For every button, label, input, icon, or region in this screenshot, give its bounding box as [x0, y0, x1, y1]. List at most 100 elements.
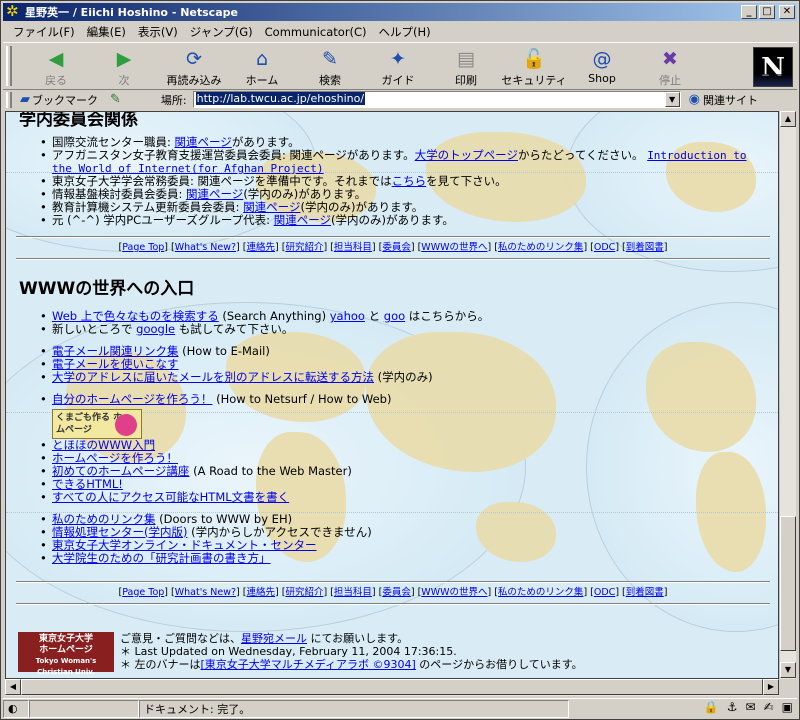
- vertical-scrollbar[interactable]: ▲ ▼: [779, 111, 796, 679]
- component-bar-composer-icon[interactable]: ▣: [782, 700, 793, 714]
- multimedia-lab-link[interactable]: [東京女子大学マルチメディアラボ ©9304]: [201, 658, 416, 671]
- nav-odc[interactable]: ODC: [594, 587, 615, 598]
- stop-icon: ✖: [662, 48, 678, 70]
- guide-icon: ✦: [390, 48, 406, 70]
- scroll-right-button[interactable]: ▶: [763, 679, 779, 695]
- back-button[interactable]: ◀ 戻る: [23, 46, 89, 88]
- nav-whats-new[interactable]: What's New?: [175, 242, 236, 253]
- menu-edit[interactable]: 編集(E): [81, 24, 132, 40]
- make-homepage-guide-link[interactable]: ホームページを作ろう！: [52, 451, 178, 465]
- here-link[interactable]: こちら: [392, 174, 427, 188]
- related-sites-icon[interactable]: ◉: [689, 92, 700, 107]
- home-button[interactable]: ⌂ ホーム: [229, 46, 295, 88]
- related-page-link[interactable]: 関連ページ: [274, 213, 331, 227]
- email-forward-link[interactable]: 大学のアドレスに届いたメールを別のアドレスに転送する方法: [52, 370, 374, 384]
- nav-contact[interactable]: 連絡先: [246, 587, 275, 598]
- university-top-link[interactable]: 大学のトップページ: [415, 148, 518, 162]
- nav-research[interactable]: 研究紹介: [285, 587, 323, 598]
- nav-page-top[interactable]: Page Top: [122, 587, 164, 598]
- guide-button[interactable]: ✦ ガイド: [365, 46, 431, 88]
- search-anything-link[interactable]: Web 上で色々なものを検索する: [52, 309, 219, 323]
- make-homepage-link[interactable]: 自分のホームページを作ろう！: [52, 392, 212, 406]
- reload-button[interactable]: ⟳ 再読み込み: [161, 46, 227, 88]
- maximize-button[interactable]: □: [759, 5, 775, 19]
- nav-research[interactable]: 研究紹介: [285, 242, 323, 253]
- list-item: 初めてのホームページ講座 (A Road to the Web Master): [40, 464, 770, 479]
- url-input[interactable]: http://lab.twcu.ac.jp/ehoshino/ ▼: [192, 91, 681, 108]
- nav-whats-new[interactable]: What's New?: [175, 587, 236, 598]
- dekiru-html-link[interactable]: できるHTML!: [52, 477, 123, 491]
- nav-links[interactable]: 私のためのリンク集: [498, 587, 584, 598]
- netscape-logo[interactable]: N: [753, 47, 793, 87]
- nav-page-top[interactable]: Page Top: [122, 242, 164, 253]
- nav-www[interactable]: WWWの世界へ: [421, 242, 487, 253]
- related-page-link[interactable]: 関連ページ: [186, 187, 243, 201]
- nav-contact[interactable]: 連絡先: [246, 242, 275, 253]
- forward-button[interactable]: ▶ 次: [91, 46, 157, 88]
- nav-links[interactable]: 私のためのリンク集: [498, 242, 584, 253]
- nav-courses[interactable]: 担当科目: [334, 587, 372, 598]
- goo-link[interactable]: goo: [384, 309, 405, 323]
- info-center-link[interactable]: 情報処理センター(学内版): [52, 525, 187, 539]
- shop-button[interactable]: @ Shop: [569, 46, 635, 88]
- scroll-up-button[interactable]: ▲: [780, 111, 796, 127]
- yahoo-link[interactable]: yahoo: [330, 309, 365, 323]
- scroll-thumb[interactable]: [780, 516, 796, 651]
- component-bar-navigator-icon[interactable]: ⚓: [727, 700, 738, 714]
- horizontal-scrollbar[interactable]: ◀ ▶: [5, 679, 779, 696]
- locationbar-grip[interactable]: [6, 91, 12, 108]
- nav-committees[interactable]: 委員会: [382, 587, 411, 598]
- nav-new-books[interactable]: 到着図書: [626, 587, 664, 598]
- nav-committees[interactable]: 委員会: [382, 242, 411, 253]
- menu-go[interactable]: ジャンプ(G): [184, 24, 259, 40]
- connection-icon: ◐: [3, 699, 29, 718]
- page-nav-top: [Page Top] [What's New?] [連絡先] [研究紹介] [担…: [118, 242, 668, 253]
- page-proxy-icon[interactable]: ✎: [110, 92, 121, 107]
- close-button[interactable]: ✕: [779, 5, 795, 19]
- stop-button[interactable]: ✖ 停止: [637, 46, 703, 88]
- minimize-button[interactable]: _: [741, 5, 757, 19]
- accessible-html-link[interactable]: すべての人にアクセス可能なHTML文書を書く: [52, 490, 289, 504]
- window-title: 星野英一 / Eiichi Hoshino - Netscape: [25, 6, 238, 19]
- twcu-banner[interactable]: 東京女子大学 ホームページ Tokyo Woman's Christian Un…: [18, 632, 114, 676]
- menu-communicator[interactable]: Communicator(C): [259, 25, 373, 39]
- nav-courses[interactable]: 担当科目: [334, 242, 372, 253]
- first-homepage-course-link[interactable]: 初めてのホームページ講座: [52, 464, 189, 478]
- menu-help[interactable]: ヘルプ(H): [373, 24, 437, 40]
- print-button[interactable]: ▤ 印刷: [433, 46, 499, 88]
- component-bar-compose-icon[interactable]: ✍: [764, 700, 774, 714]
- scroll-left-button[interactable]: ◀: [5, 679, 21, 695]
- research-plan-link[interactable]: 大学院生のための「研究計画書の書き方」: [52, 551, 271, 565]
- status-text: ドキュメント: 完了。: [139, 699, 569, 718]
- tohoho-link[interactable]: とほほのWWW入門: [52, 438, 155, 452]
- nav-new-books[interactable]: 到着図書: [626, 242, 664, 253]
- my-links-link[interactable]: 私のためのリンク集: [52, 512, 156, 526]
- url-text: http://lab.twcu.ac.jp/ehoshino/: [195, 92, 366, 105]
- menu-file[interactable]: ファイル(F): [7, 24, 81, 40]
- related-page-link[interactable]: 関連ページ: [175, 135, 232, 149]
- nav-odc[interactable]: ODC: [594, 242, 615, 253]
- mail-to-hoshino-link[interactable]: 星野宛メール: [241, 632, 307, 645]
- component-bar-mail-icon[interactable]: ✉: [746, 700, 756, 714]
- related-page-link[interactable]: 関連ページ: [243, 200, 300, 214]
- toolbar-grip[interactable]: [6, 46, 12, 86]
- misc-links-list: 私のためのリンク集 (Doors to WWW by EH) 情報処理センター(…: [40, 512, 770, 566]
- back-arrow-icon: ◀: [48, 48, 64, 70]
- bookmarks-button[interactable]: ブックマーク: [32, 92, 98, 108]
- security-status-icon[interactable]: 🔒: [704, 700, 719, 714]
- hscroll-thumb[interactable]: [21, 679, 763, 695]
- email-links-link[interactable]: 電子メール関連リンク集: [52, 344, 179, 358]
- scroll-down-button[interactable]: ▼: [780, 662, 796, 678]
- homepage-banner[interactable]: くまごも作る ホームページ: [52, 409, 142, 439]
- security-button[interactable]: 🔓 セキュリティ: [501, 46, 567, 88]
- google-link[interactable]: google: [136, 322, 175, 336]
- email-howto-link[interactable]: 電子メールを使いこなす: [52, 357, 179, 371]
- online-doc-center-link[interactable]: 東京女子大学オンライン・ドキュメント・センター: [52, 538, 317, 552]
- url-dropdown-button[interactable]: ▼: [664, 92, 680, 107]
- search-button[interactable]: ✎ 検索: [297, 46, 363, 88]
- nav-www[interactable]: WWWの世界へ: [421, 587, 487, 598]
- menu-view[interactable]: 表示(V): [132, 24, 184, 40]
- bookmark-icon[interactable]: ▰: [20, 92, 30, 107]
- divider: [16, 603, 770, 605]
- related-sites-button[interactable]: 関連サイト: [703, 92, 758, 108]
